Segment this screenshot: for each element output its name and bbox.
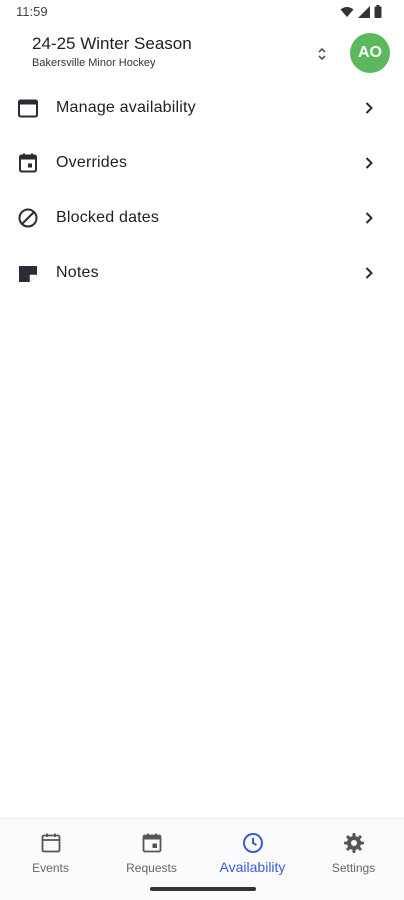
chevron-right-icon — [365, 156, 373, 169]
chevron-right-icon — [365, 101, 373, 114]
chevron-right-icon — [365, 266, 373, 279]
season-header[interactable]: 24-25 Winter Season Bakersville Minor Ho… — [0, 26, 404, 82]
status-bar: 11:59 — [0, 0, 404, 24]
status-time: 11:59 — [16, 4, 48, 19]
menu-item-label: Blocked dates — [56, 208, 160, 226]
wifi-icon — [340, 6, 354, 17]
calendar-event-icon — [142, 833, 161, 853]
nav-item-settings[interactable]: Settings — [303, 827, 404, 877]
nav-label: Settings — [331, 861, 376, 875]
nav-item-events[interactable]: Events — [0, 827, 101, 877]
organization-name: Bakersville Minor Hockey — [32, 57, 156, 69]
gear-icon — [343, 833, 364, 853]
menu-item-notes[interactable]: Notes — [0, 245, 404, 300]
menu-item-label: Manage availability — [56, 98, 196, 116]
menu-item-label: Notes — [56, 263, 99, 281]
signal-icon — [358, 5, 370, 18]
clock-icon — [242, 833, 263, 853]
menu-item-manage-availability[interactable]: Manage availability — [0, 80, 404, 135]
calendar-outline-icon — [41, 833, 60, 853]
calendar-event-icon — [17, 152, 39, 174]
nav-label: Availability — [219, 859, 286, 875]
nav-label: Events — [32, 861, 69, 875]
menu-item-blocked-dates[interactable]: Blocked dates — [0, 190, 404, 245]
unfold-switcher-icon[interactable] — [312, 44, 332, 64]
home-indicator[interactable] — [150, 887, 256, 891]
note-icon — [17, 262, 39, 284]
season-title: 24-25 Winter Season — [32, 34, 192, 53]
availability-menu: Manage availability Overrides Blocked da… — [0, 80, 404, 300]
status-icons — [340, 5, 382, 18]
nav-label: Requests — [126, 861, 177, 875]
menu-item-overrides[interactable]: Overrides — [0, 135, 404, 190]
block-icon — [17, 207, 39, 229]
menu-item-label: Overrides — [56, 153, 128, 171]
nav-item-availability[interactable]: Availability — [202, 827, 303, 877]
bottom-navigation: Events Requests Availability Settings — [0, 818, 404, 900]
nav-item-requests[interactable]: Requests — [101, 827, 202, 877]
calendar-icon — [17, 97, 39, 119]
battery-icon — [374, 5, 382, 18]
screen: 11:59 24-25 Winter Season Bakersville Mi… — [0, 0, 404, 900]
avatar[interactable]: AO — [350, 33, 390, 73]
chevron-right-icon — [365, 211, 373, 224]
